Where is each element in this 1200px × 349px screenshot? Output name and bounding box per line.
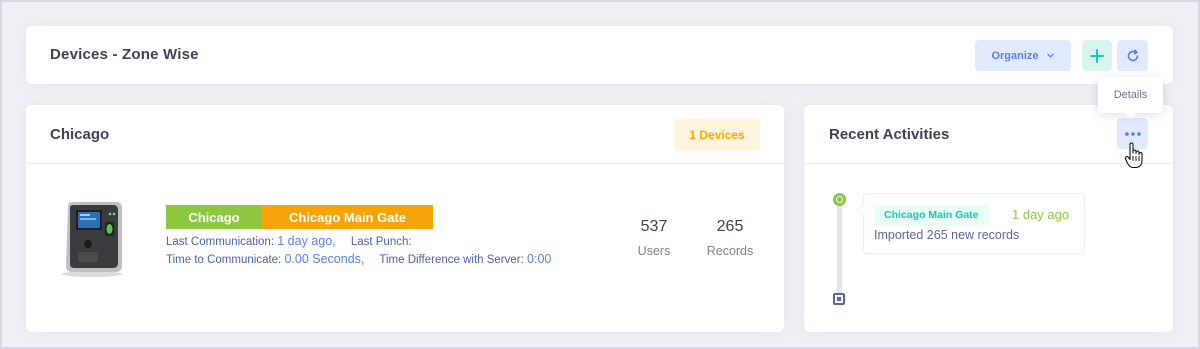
timeline-line (837, 200, 842, 298)
time-difference-value: 0:00 (527, 252, 552, 266)
records-label: Records (706, 244, 754, 258)
activity-time: 1 day ago (1012, 207, 1070, 222)
last-communication-value: 1 day ago, (277, 234, 336, 248)
device-info-line-2: Time to Communicate: 0.00 Seconds, Time … (166, 252, 551, 266)
organize-button[interactable]: Organize (975, 40, 1071, 71)
users-label: Users (637, 244, 671, 258)
records-count: 265 (716, 218, 744, 235)
plus-icon (1090, 48, 1104, 63)
last-punch-label: Last Punch: (350, 236, 412, 248)
divider (804, 163, 1173, 164)
device-gate-label: Chicago Main Gate (262, 205, 433, 229)
more-horizontal-icon (1124, 131, 1141, 136)
time-to-communicate-label: Time to Communicate: (166, 254, 282, 266)
device-info-line-1: Last Communication: 1 day ago, Last Punc… (166, 234, 412, 248)
recent-activities-card: Recent Activities Chicago Main Gate 1 da… (804, 105, 1173, 332)
activity-item: Chicago Main Gate 1 day ago Imported 265… (857, 193, 1085, 254)
last-communication-label: Last Communication: (166, 236, 275, 248)
activity-description: Imported 265 new records (874, 228, 1020, 242)
time-difference-label: Time Difference with Server: (379, 254, 524, 266)
time-to-communicate-value: 0.00 Seconds, (284, 252, 365, 266)
device-image (62, 202, 122, 277)
timeline-dot-end (833, 293, 845, 305)
details-tooltip: Details (1098, 77, 1163, 119)
refresh-icon (1127, 48, 1138, 61)
hand-pointer-icon (1124, 142, 1143, 169)
organize-label: Organize (991, 49, 1039, 62)
records-stat: 265 Records (695, 218, 765, 258)
divider (26, 163, 784, 164)
users-stat: 537 Users (619, 218, 689, 258)
chevron-down-icon (1046, 53, 1054, 58)
timeline-dot-start (833, 193, 846, 206)
add-device-button[interactable] (1082, 40, 1112, 71)
page-title: Devices - Zone Wise (50, 46, 199, 63)
users-count: 537 (640, 218, 668, 235)
activity-gate-tag: Chicago Main Gate (874, 205, 989, 225)
zone-title: Chicago (50, 126, 110, 143)
zone-card: Chicago 1 Devices Chicago Chicago Main G… (26, 105, 784, 332)
device-zone-label: Chicago (166, 205, 262, 229)
device-count-badge: 1 Devices (674, 119, 760, 151)
recent-activities-title: Recent Activities (829, 126, 950, 143)
refresh-button[interactable] (1117, 40, 1148, 71)
header-card: Devices - Zone Wise Organize (26, 26, 1173, 84)
